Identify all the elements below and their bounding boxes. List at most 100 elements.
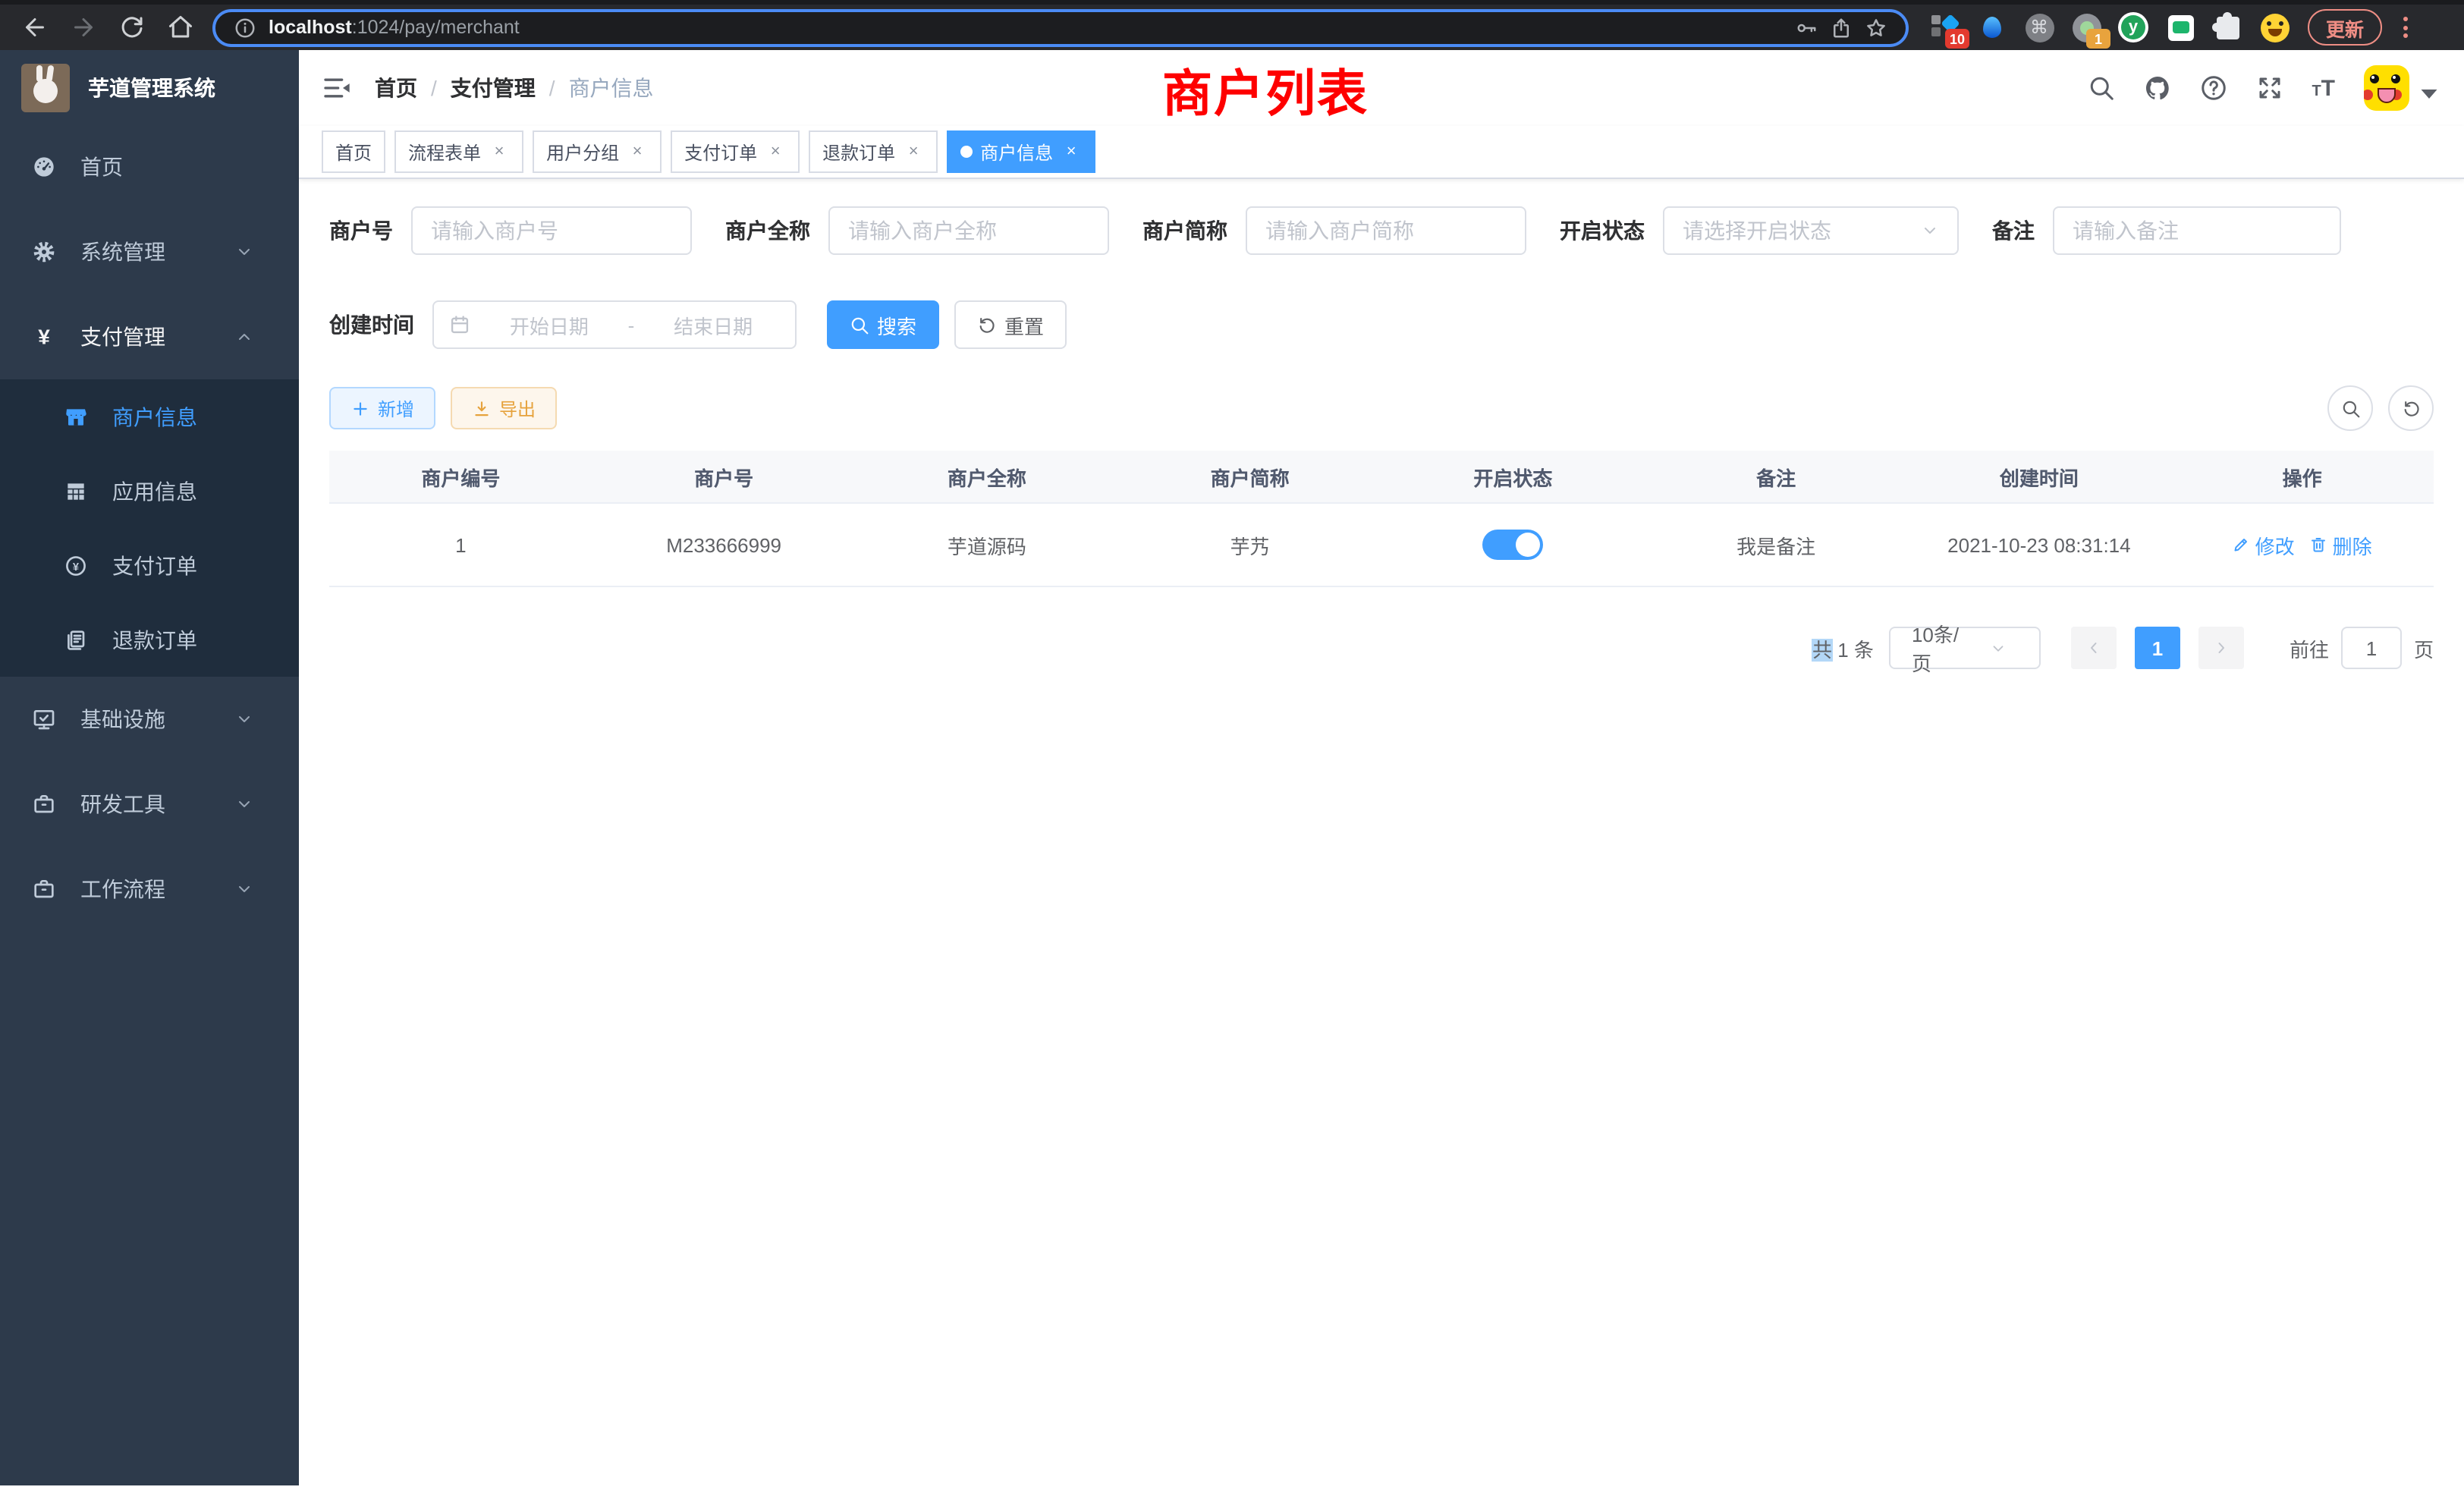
close-icon[interactable]: × (1061, 141, 1082, 162)
avatar[interactable] (2364, 65, 2409, 111)
merchant-short-name-input[interactable]: 请输入商户简称 (1246, 206, 1526, 255)
extension-puzzle-icon[interactable] (2212, 12, 2242, 42)
edit-link[interactable]: 修改 (2233, 530, 2295, 559)
sidebar-subitem-商户信息[interactable]: 商户信息 (0, 379, 299, 454)
status-toggle[interactable] (1482, 530, 1543, 560)
date-range-picker[interactable]: 开始日期 - 结束日期 (432, 300, 797, 349)
breadcrumb-separator: / (431, 76, 437, 100)
tab-流程表单[interactable]: 流程表单× (394, 130, 523, 173)
tab-首页[interactable]: 首页 (322, 130, 385, 173)
sidebar-item-0[interactable]: 首页 (0, 124, 299, 209)
extension-chat-icon[interactable] (2165, 12, 2195, 42)
submenu-2: 商户信息应用信息 ¥ 支付订单退款订单 (0, 379, 299, 677)
page-size-select[interactable]: 10条/页 (1889, 627, 2041, 669)
merchant-table: 商户编号商户号商户全称商户简称开启状态备注创建时间操作1M233666999芋道… (329, 451, 2434, 587)
tab-退款订单[interactable]: 退款订单× (809, 130, 938, 173)
sidebar-subitem-应用信息[interactable]: 应用信息 (0, 454, 299, 528)
end-date-placeholder[interactable]: 结束日期 (646, 310, 780, 339)
breadcrumb-item[interactable]: 支付管理 (451, 73, 536, 103)
goto-page-input[interactable] (2341, 627, 2402, 669)
hamburger-icon[interactable] (322, 73, 352, 103)
user-menu[interactable] (2364, 65, 2443, 111)
tab-支付订单[interactable]: 支付订单× (671, 130, 800, 173)
url-text[interactable]: localhost:1024/pay/merchant (269, 17, 1783, 38)
next-page-button[interactable] (2198, 627, 2244, 669)
add-button[interactable]: 新增 (329, 387, 435, 429)
tab-用户分组[interactable]: 用户分组 × (533, 130, 662, 173)
close-icon[interactable]: × (627, 141, 648, 162)
password-key-icon[interactable] (1795, 16, 1818, 39)
placeholder-text: 请输入商户全称 (848, 215, 1089, 246)
chevron-left-icon (2085, 639, 2103, 657)
briefcase-icon (32, 792, 56, 816)
svg-text:¥: ¥ (73, 561, 80, 573)
sidebar-subitem-支付订单[interactable]: ¥ 支付订单 (0, 528, 299, 602)
font-size-icon[interactable]: TT (2312, 77, 2335, 99)
sidebar-subitem-label: 退款订单 (112, 624, 278, 655)
cell-value: 我是备注 (1736, 530, 1815, 559)
breadcrumb-item[interactable]: 首页 (375, 73, 417, 103)
status-select[interactable]: 请选择开启状态 (1663, 206, 1959, 255)
main-area: 首页/支付管理/商户信息 商户列表 TT 首页流程表单×用户 (299, 50, 2464, 1485)
cell-remark: 我是备注 (1645, 504, 1908, 587)
site-info-icon[interactable] (234, 16, 256, 39)
sidebar-item-5[interactable]: 工作流程 (0, 847, 299, 932)
merchant-full-name-input[interactable]: 请输入商户全称 (828, 206, 1109, 255)
navbar: 首页/支付管理/商户信息 商户列表 TT (299, 50, 2464, 126)
reload-icon[interactable] (118, 14, 146, 41)
export-button[interactable]: 导出 (451, 387, 557, 429)
extension-boxes-diamond-icon[interactable]: 10 (1930, 12, 1960, 42)
sidebar-item-2[interactable]: ¥支付管理 (0, 294, 299, 379)
extension-command-icon[interactable]: ⌘ (2024, 12, 2054, 42)
column-header-4: 开启状态 (1381, 451, 1645, 504)
filter-label: 备注 (1992, 215, 2035, 246)
monitor-icon (32, 707, 56, 731)
close-icon[interactable]: × (903, 141, 924, 162)
delete-link[interactable]: 删除 (2310, 530, 2372, 559)
sidebar-item-1[interactable]: 系统管理 (0, 209, 299, 294)
filter-create-time: 创建时间 开始日期 - 结束日期 (329, 300, 797, 349)
fullscreen-icon[interactable] (2255, 74, 2283, 102)
header-search-icon[interactable] (2087, 74, 2114, 102)
bookmark-star-icon[interactable] (1865, 16, 1887, 39)
start-date-placeholder[interactable]: 开始日期 (482, 310, 616, 339)
tab-商户信息[interactable]: 商户信息× (947, 130, 1095, 173)
extension-gray-circle-icon[interactable]: 1 (2071, 12, 2101, 42)
sidebar-item-4[interactable]: 研发工具 (0, 762, 299, 847)
remark-input[interactable]: 请输入备注 (2053, 206, 2341, 255)
sidebar-subitem-退款订单[interactable]: 退款订单 (0, 602, 299, 677)
merchant-no-input[interactable]: 请输入商户号 (411, 206, 692, 255)
search-button[interactable]: 搜索 (827, 300, 939, 349)
current-page-button[interactable]: 1 (2135, 627, 2180, 669)
browser-menu-icon[interactable] (2394, 12, 2415, 42)
reset-button[interactable]: 重置 (954, 300, 1067, 349)
extension-emoji-icon[interactable] (2259, 12, 2290, 42)
forward-icon[interactable] (70, 14, 97, 41)
filter-label: 商户简称 (1142, 215, 1227, 246)
chevron-down-icon (1969, 640, 2027, 656)
calendar-icon (449, 314, 470, 335)
close-icon[interactable]: × (765, 141, 786, 162)
app-logo[interactable]: 芋道管理系统 (0, 50, 299, 124)
github-icon[interactable] (2143, 74, 2170, 102)
url-bar[interactable]: localhost:1024/pay/merchant (212, 8, 1909, 46)
tab-label: 用户分组 (546, 139, 619, 165)
show-search-button[interactable] (2327, 385, 2373, 431)
browser-update-button[interactable]: 更新 (2308, 9, 2382, 46)
prev-page-button[interactable] (2071, 627, 2117, 669)
back-icon[interactable] (21, 14, 49, 41)
placeholder-text: 请输入商户简称 (1265, 215, 1507, 246)
extension-green-y-icon[interactable]: y (2118, 12, 2148, 42)
home-icon[interactable] (167, 14, 194, 41)
help-icon[interactable] (2199, 74, 2227, 102)
column-header-0: 商户编号 (329, 451, 592, 504)
chevron-down-icon (235, 795, 253, 813)
share-icon[interactable] (1830, 16, 1853, 39)
sidebar-item-3[interactable]: 基础设施 (0, 677, 299, 762)
refresh-table-button[interactable] (2388, 385, 2434, 431)
close-icon[interactable]: × (489, 141, 510, 162)
sidebar-subitem-label: 支付订单 (112, 550, 278, 580)
filter-merchant-full-name: 商户全称请输入商户全称 (725, 206, 1109, 255)
extension-kite-icon[interactable] (1977, 12, 2007, 42)
extension-badge: 10 (1945, 29, 1969, 49)
